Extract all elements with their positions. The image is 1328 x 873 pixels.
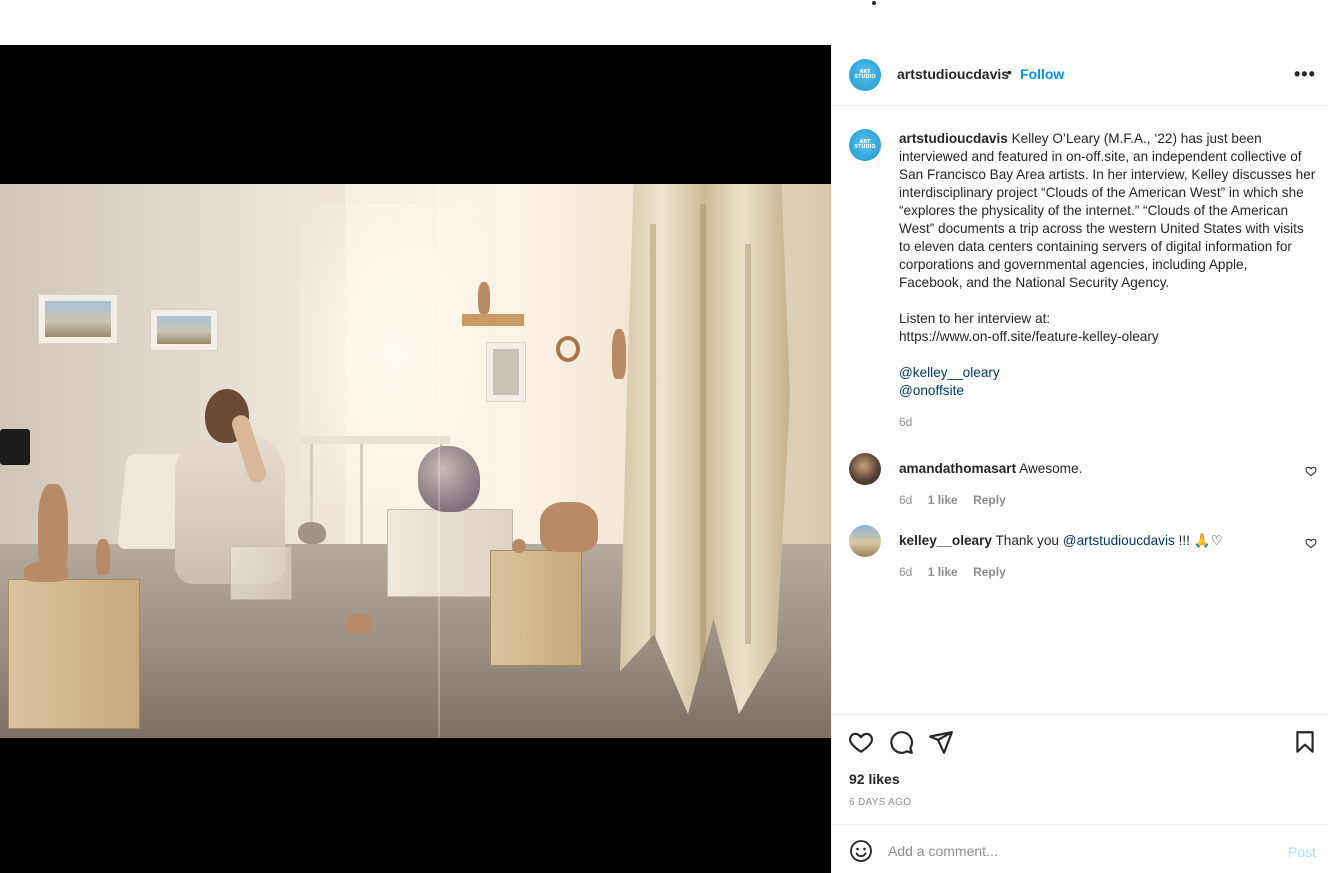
post-side-panel: ART STUDIO artstudioucdavis • Follow ••• …: [831, 45, 1328, 873]
pedestal: [8, 579, 140, 729]
post-photo[interactable]: [0, 184, 831, 738]
follow-button[interactable]: Follow: [1020, 66, 1064, 82]
wall-picture: [486, 342, 526, 402]
post-header: ART STUDIO artstudioucdavis • Follow •••: [832, 45, 1328, 106]
profile-avatar[interactable]: ART STUDIO: [849, 59, 881, 91]
commenter-avatar[interactable]: [849, 453, 881, 485]
floor-sculpture: [346, 614, 372, 634]
glass-box: [230, 546, 292, 600]
reply-button[interactable]: Reply: [973, 493, 1006, 507]
comment-likes[interactable]: 1 like: [928, 565, 958, 579]
photo-lamp: [0, 429, 30, 465]
mention-link[interactable]: @onoffsite: [899, 382, 1321, 400]
interview-url: https://www.on-off.site/feature-kelley-o…: [899, 329, 1159, 344]
comment-time: 6d: [899, 565, 913, 579]
caption-time: 6d: [899, 415, 913, 429]
comment-like-heart-icon[interactable]: [1305, 537, 1317, 549]
glass-reflection: [438, 184, 440, 738]
comment-item: kelley__oleary Thank you @artstudioucdav…: [832, 525, 1328, 585]
wall-picture: [38, 294, 118, 344]
post-comment-button[interactable]: Post: [1288, 844, 1316, 860]
top-dot: [872, 1, 876, 5]
wall-shelf: [462, 314, 524, 326]
bookmark-icon[interactable]: [1292, 729, 1318, 755]
heart-icon[interactable]: [848, 729, 874, 755]
crystal-sculpture: [418, 446, 480, 512]
add-comment-bar: Post: [832, 824, 1328, 873]
caption-text: artstudioucdavis Kelley O’Leary (M.F.A.,…: [899, 130, 1321, 400]
commenter-username[interactable]: amandathomasart: [899, 461, 1016, 476]
shelf-sculpture: [478, 282, 490, 314]
post-actions: 92 likes 6 DAYS AGO: [832, 714, 1328, 824]
pedestal-sculpture: [38, 484, 68, 574]
caption-username[interactable]: artstudioucdavis: [899, 131, 1008, 146]
comment-time: 6d: [899, 493, 913, 507]
wood-pedestal: [490, 550, 582, 666]
listen-label: Listen to her interview at:: [899, 311, 1051, 326]
paper-plane-icon[interactable]: [928, 729, 954, 755]
comment-text: Awesome.: [1019, 461, 1083, 476]
mention-link[interactable]: @kelley__oleary: [899, 364, 1321, 382]
separator-dot: •: [1007, 64, 1012, 80]
post-date: 6 DAYS AGO: [849, 797, 912, 808]
comment-input[interactable]: [888, 837, 1268, 865]
commenter-username[interactable]: kelley__oleary: [899, 533, 992, 548]
reply-button[interactable]: Reply: [973, 565, 1006, 579]
post-media[interactable]: [0, 45, 831, 873]
profile-username[interactable]: artstudioucdavis: [897, 66, 1009, 82]
comment-like-heart-icon[interactable]: [1305, 465, 1317, 477]
arch-sculpture: [540, 502, 598, 552]
comment-item: amandathomasart Awesome. 6d 1 like Reply: [832, 453, 1328, 513]
commenter-avatar[interactable]: [849, 525, 881, 557]
wall-picture: [150, 309, 218, 351]
caption-avatar[interactable]: ART STUDIO: [849, 129, 881, 161]
more-options-button[interactable]: •••: [1294, 65, 1316, 83]
comment-bubble-icon[interactable]: [888, 729, 914, 755]
likes-count[interactable]: 92 likes: [849, 771, 900, 787]
mention-link[interactable]: @artstudioucdavis: [1063, 533, 1175, 548]
comment-likes[interactable]: 1 like: [928, 493, 958, 507]
emoji-smiley-icon[interactable]: [849, 839, 873, 863]
photo-table: [300, 436, 450, 444]
wall-ring: [556, 336, 580, 362]
wall-sculpture: [612, 329, 626, 379]
